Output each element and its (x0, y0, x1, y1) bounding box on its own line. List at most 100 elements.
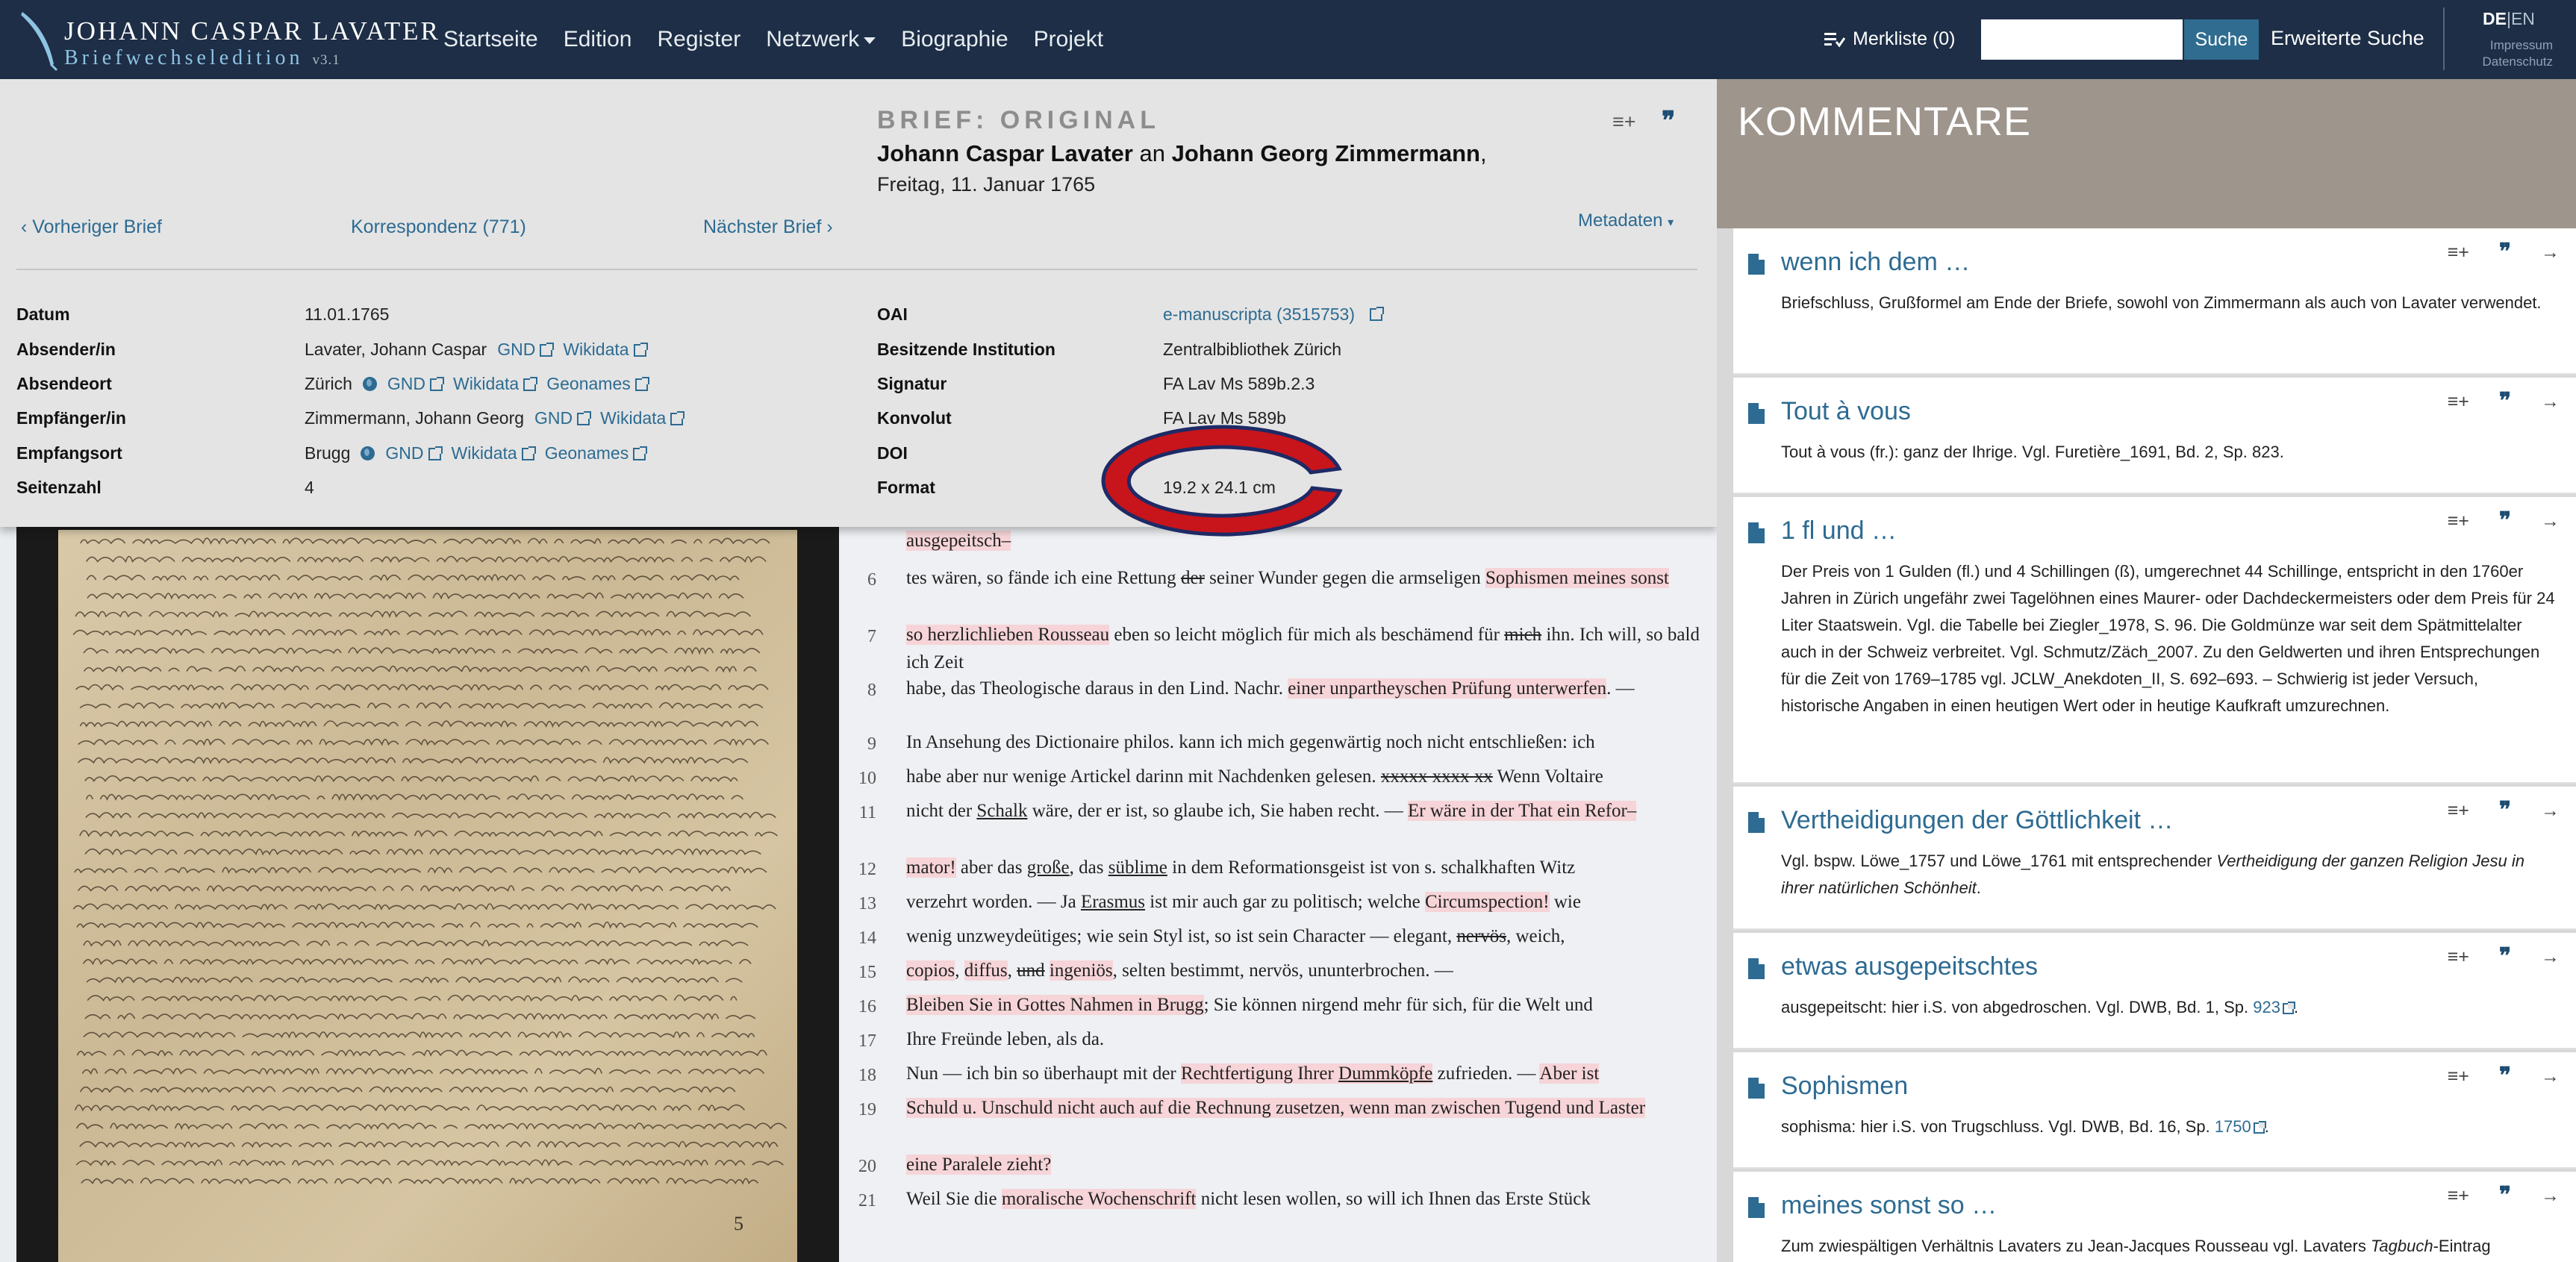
commented-phrase[interactable]: Schuld u. Unschuld nicht auch auf die Re… (906, 1098, 1646, 1118)
nav-biographie[interactable]: Biographie (901, 27, 1008, 52)
lang-de[interactable]: DE (2483, 9, 2507, 28)
advanced-search-link[interactable]: Erweiterte Suche (2271, 27, 2424, 50)
handwriting-stroke (79, 720, 759, 728)
authority-link-wikidata[interactable]: Wikidata (452, 443, 536, 463)
comment-card: meines sonst so … ≡+ ❞ → Zum zwiespältigen V… (1733, 1172, 2576, 1262)
dwb-link[interactable]: 923 (2253, 998, 2295, 1016)
add-to-list-icon[interactable]: ≡+ (2448, 242, 2469, 265)
authority-link-wikidata[interactable]: Wikidata (453, 374, 538, 394)
brand-subtitle: Briefwechseledition v3.1 (64, 46, 340, 69)
authority-link-geonames[interactable]: Geonames (545, 443, 648, 463)
comment-title[interactable]: Vertheidigungen der Göttlichkeit … (1781, 806, 2173, 835)
merkliste-button[interactable]: Merkliste (0) (1824, 28, 1956, 50)
arrow-right-icon[interactable]: → (2541, 946, 2560, 969)
letter-title: Johann Caspar Lavater an Johann Georg Zi… (877, 140, 1487, 167)
next-letter-link[interactable]: Nächster Brief › (703, 216, 833, 238)
brand-logo[interactable]: JOHANN CASPAR LAVATER Briefwechseleditio… (16, 9, 438, 72)
globe-icon[interactable] (361, 446, 375, 460)
comment-title[interactable]: Tout à vous (1781, 397, 1911, 426)
commented-phrase[interactable]: Sophismen meines sonst (1485, 568, 1669, 588)
comments-list[interactable]: wenn ich dem … ≡+ ❞ → Briefschluss, Grußform… (1717, 228, 2576, 1262)
meta-key: Empfangsort (16, 443, 122, 463)
authority-link-gnd[interactable]: GND (385, 443, 443, 463)
commented-phrase[interactable]: Bleiben Sie in Gottes Nahmen in Brugg (906, 995, 1204, 1015)
commented-phrase[interactable]: moralische Wochenschrift (1001, 1189, 1197, 1209)
arrow-right-icon[interactable]: → (2541, 1066, 2560, 1089)
text-segment: , weich, (1506, 926, 1565, 946)
handwriting-stroke (76, 921, 758, 929)
feather-icon (21, 12, 58, 72)
text-segment: Ihre Freünde leben, als da. (906, 1029, 1105, 1049)
comment-title[interactable]: meines sonst so … (1781, 1191, 1997, 1220)
commented-phrase[interactable]: eine Paralele zieht? (906, 1155, 1052, 1175)
nav-edition[interactable]: Edition (564, 27, 632, 52)
prev-letter-link[interactable]: ‹ Vorheriger Brief (21, 216, 162, 238)
commented-phrase[interactable]: Er wäre in der That ein Refor– (1408, 801, 1637, 821)
arrow-right-icon[interactable]: → (2541, 510, 2560, 534)
nav-register[interactable]: Register (657, 27, 740, 52)
commented-phrase[interactable]: mator! (906, 858, 956, 878)
arrow-right-icon[interactable]: → (2541, 800, 2560, 823)
dwb-link[interactable]: 1750 (2215, 1117, 2266, 1136)
nav-netzwerk[interactable]: Netzwerk (766, 27, 876, 52)
commented-phrase[interactable]: Circumspection! (1424, 892, 1550, 912)
commented-phrase[interactable]: so herzlichlieben Rousseau (906, 625, 1110, 645)
authority-link-gnd[interactable]: GND (534, 408, 592, 428)
nav-startseite[interactable]: Startseite (443, 27, 538, 52)
commented-phrase[interactable]: copios (906, 960, 955, 981)
commented-phrase[interactable]: diffus (964, 960, 1008, 981)
commented-phrase[interactable]: Dummköpfe (1338, 1063, 1433, 1084)
cite-icon[interactable]: ❞ (2499, 797, 2511, 823)
text-segment: Erasmus (1080, 892, 1146, 912)
cite-icon[interactable]: ❞ (2499, 943, 2511, 969)
text-segment: , (1007, 960, 1017, 981)
text-segment: wie (1549, 892, 1581, 912)
arrow-right-icon[interactable]: → (2541, 242, 2560, 265)
meta-key: Besitzende Institution (877, 340, 1055, 359)
arrow-right-icon[interactable]: → (2541, 391, 2560, 414)
commented-phrase[interactable]: einer unpartheyschen Prüfung unterwerfen (1288, 678, 1607, 699)
add-to-list-icon[interactable]: ≡+ (2448, 1185, 2469, 1208)
comment-title[interactable]: etwas ausgepeitschtes (1781, 952, 2038, 981)
impressum-link[interactable]: Impressum (2478, 37, 2553, 54)
external-link-icon (633, 446, 648, 460)
add-to-list-icon[interactable]: ≡+ (2448, 1066, 2469, 1089)
authority-link-wikidata[interactable]: Wikidata (563, 340, 648, 360)
commented-phrase[interactable]: Rechtfertigung Ihrer (1181, 1063, 1339, 1084)
commented-phrase[interactable]: Aber ist (1539, 1063, 1600, 1084)
comment-title[interactable]: wenn ich dem … (1781, 248, 1970, 277)
commented-phrase[interactable]: ausgepeitsch– (906, 531, 1011, 551)
add-to-list-icon[interactable]: ≡+ (2448, 800, 2469, 823)
search-input[interactable] (1981, 19, 2183, 60)
cite-icon[interactable]: ❞ (2499, 1182, 2511, 1208)
korrespondenz-link[interactable]: Korrespondenz (771) (351, 216, 526, 238)
authority-link-gnd[interactable]: GND (497, 340, 555, 360)
cite-icon[interactable]: ❞ (2499, 239, 2511, 265)
comments-header: KOMMENTARE (1717, 79, 2576, 228)
authority-link-geonames[interactable]: Geonames (546, 374, 649, 394)
cite-icon[interactable]: ❞ (1662, 106, 1675, 136)
authority-link-wikidata[interactable]: Wikidata (600, 408, 685, 428)
manuscript-viewer[interactable]: 5 (16, 522, 839, 1262)
cite-icon[interactable]: ❞ (2499, 1063, 2511, 1089)
authority-link-gnd[interactable]: GND (387, 374, 445, 394)
handwriting-stroke (83, 940, 749, 947)
cite-icon[interactable]: ❞ (2499, 388, 2511, 414)
commented-phrase[interactable]: ingeniös (1049, 960, 1113, 981)
search-button[interactable]: Suche (2184, 19, 2259, 60)
cite-icon[interactable]: ❞ (2499, 507, 2511, 534)
add-to-list-icon[interactable]: ≡+ (1612, 110, 1636, 134)
comment-title[interactable]: Sophismen (1781, 1072, 1908, 1101)
globe-icon[interactable] (362, 377, 377, 391)
add-to-list-icon[interactable]: ≡+ (2448, 391, 2469, 414)
metadata-toggle[interactable]: Metadaten ▾ (1578, 210, 1674, 231)
nav-projekt[interactable]: Projekt (1034, 27, 1103, 52)
datenschutz-link[interactable]: Datenschutz (2478, 54, 2554, 70)
add-to-list-icon[interactable]: ≡+ (2448, 946, 2469, 969)
meta-value[interactable]: e-manuscripta (3515753) (1163, 304, 1384, 325)
comment-title[interactable]: 1 fl und … (1781, 516, 1897, 546)
arrow-right-icon[interactable]: → (2541, 1185, 2560, 1208)
add-to-list-icon[interactable]: ≡+ (2448, 510, 2469, 534)
lang-en[interactable]: EN (2511, 9, 2535, 28)
document-icon (1748, 403, 1765, 424)
